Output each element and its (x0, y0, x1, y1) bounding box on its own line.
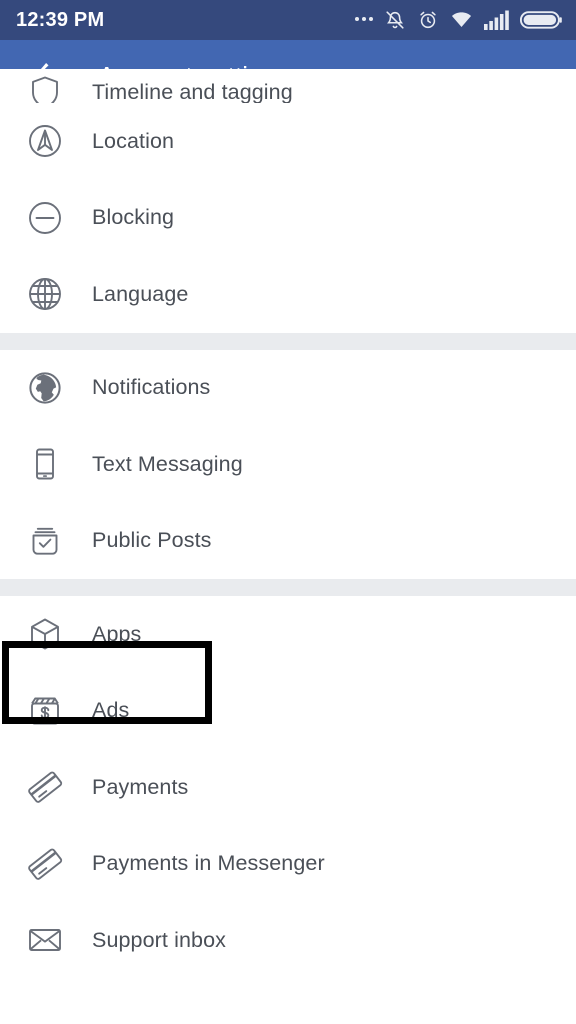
status-bar-icons (355, 9, 562, 31)
group-divider (0, 579, 576, 596)
wifi-icon (450, 9, 473, 31)
settings-list: Timeline and tagging Location Blocking L… (0, 69, 576, 979)
notifications-muted-icon (384, 9, 406, 31)
list-item-label: Ads (92, 698, 130, 723)
credit-card-icon (22, 841, 68, 887)
cube-box-icon (22, 611, 68, 657)
settings-group-apps-payments: Apps Ads Payments Payments in Messenger … (0, 596, 576, 979)
list-item-support-inbox[interactable]: Support inbox (0, 902, 576, 979)
alarm-clock-icon (417, 9, 439, 31)
battery-icon (520, 10, 562, 30)
list-item-label: Blocking (92, 205, 175, 230)
app-screen: 12:39 PM Timeline and tagging Location B… (0, 0, 576, 1024)
list-item-timeline-and-tagging[interactable]: Timeline and tagging (0, 69, 576, 103)
list-item-label: Payments in Messenger (92, 851, 325, 876)
list-item-label: Public Posts (92, 528, 212, 553)
cellular-signal-icon (484, 10, 509, 30)
list-item-payments-in-messenger[interactable]: Payments in Messenger (0, 825, 576, 902)
list-item-label: Timeline and tagging (92, 80, 293, 103)
list-item-label: Apps (92, 621, 142, 646)
location-compass-icon (22, 118, 68, 164)
inbox-check-icon (22, 518, 68, 564)
list-item-label: Notifications (92, 375, 211, 400)
list-item-public-posts[interactable]: Public Posts (0, 502, 576, 579)
status-bar-clock: 12:39 PM (16, 9, 105, 31)
envelope-icon (22, 917, 68, 963)
list-item-label: Language (92, 281, 189, 306)
list-item-label: Support inbox (92, 927, 226, 952)
more-dots-icon (355, 17, 373, 23)
list-item-payments[interactable]: Payments (0, 749, 576, 826)
globe-grid-icon (22, 271, 68, 317)
block-minus-circle-icon (22, 195, 68, 241)
credit-card-icon (22, 764, 68, 810)
list-item-ads[interactable]: Ads (0, 672, 576, 749)
ads-dollar-icon (22, 688, 68, 734)
settings-group-privacy: Timeline and tagging Location Blocking L… (0, 69, 576, 333)
earth-globe-icon (22, 365, 68, 411)
status-bar: 12:39 PM (0, 0, 576, 40)
list-item-label: Payments (92, 774, 189, 799)
list-item-blocking[interactable]: Blocking (0, 179, 576, 256)
list-item-location[interactable]: Location (0, 103, 576, 180)
list-item-language[interactable]: Language (0, 256, 576, 333)
list-item-apps[interactable]: Apps (0, 596, 576, 673)
list-item-text-messaging[interactable]: Text Messaging (0, 426, 576, 503)
shield-icon (22, 69, 68, 103)
settings-group-notifications: Notifications Text Messaging Public Post… (0, 349, 576, 579)
mobile-phone-icon (22, 441, 68, 487)
list-item-label: Text Messaging (92, 451, 243, 476)
group-divider (0, 332, 576, 350)
list-item-label: Location (92, 128, 175, 153)
list-item-notifications[interactable]: Notifications (0, 349, 576, 426)
